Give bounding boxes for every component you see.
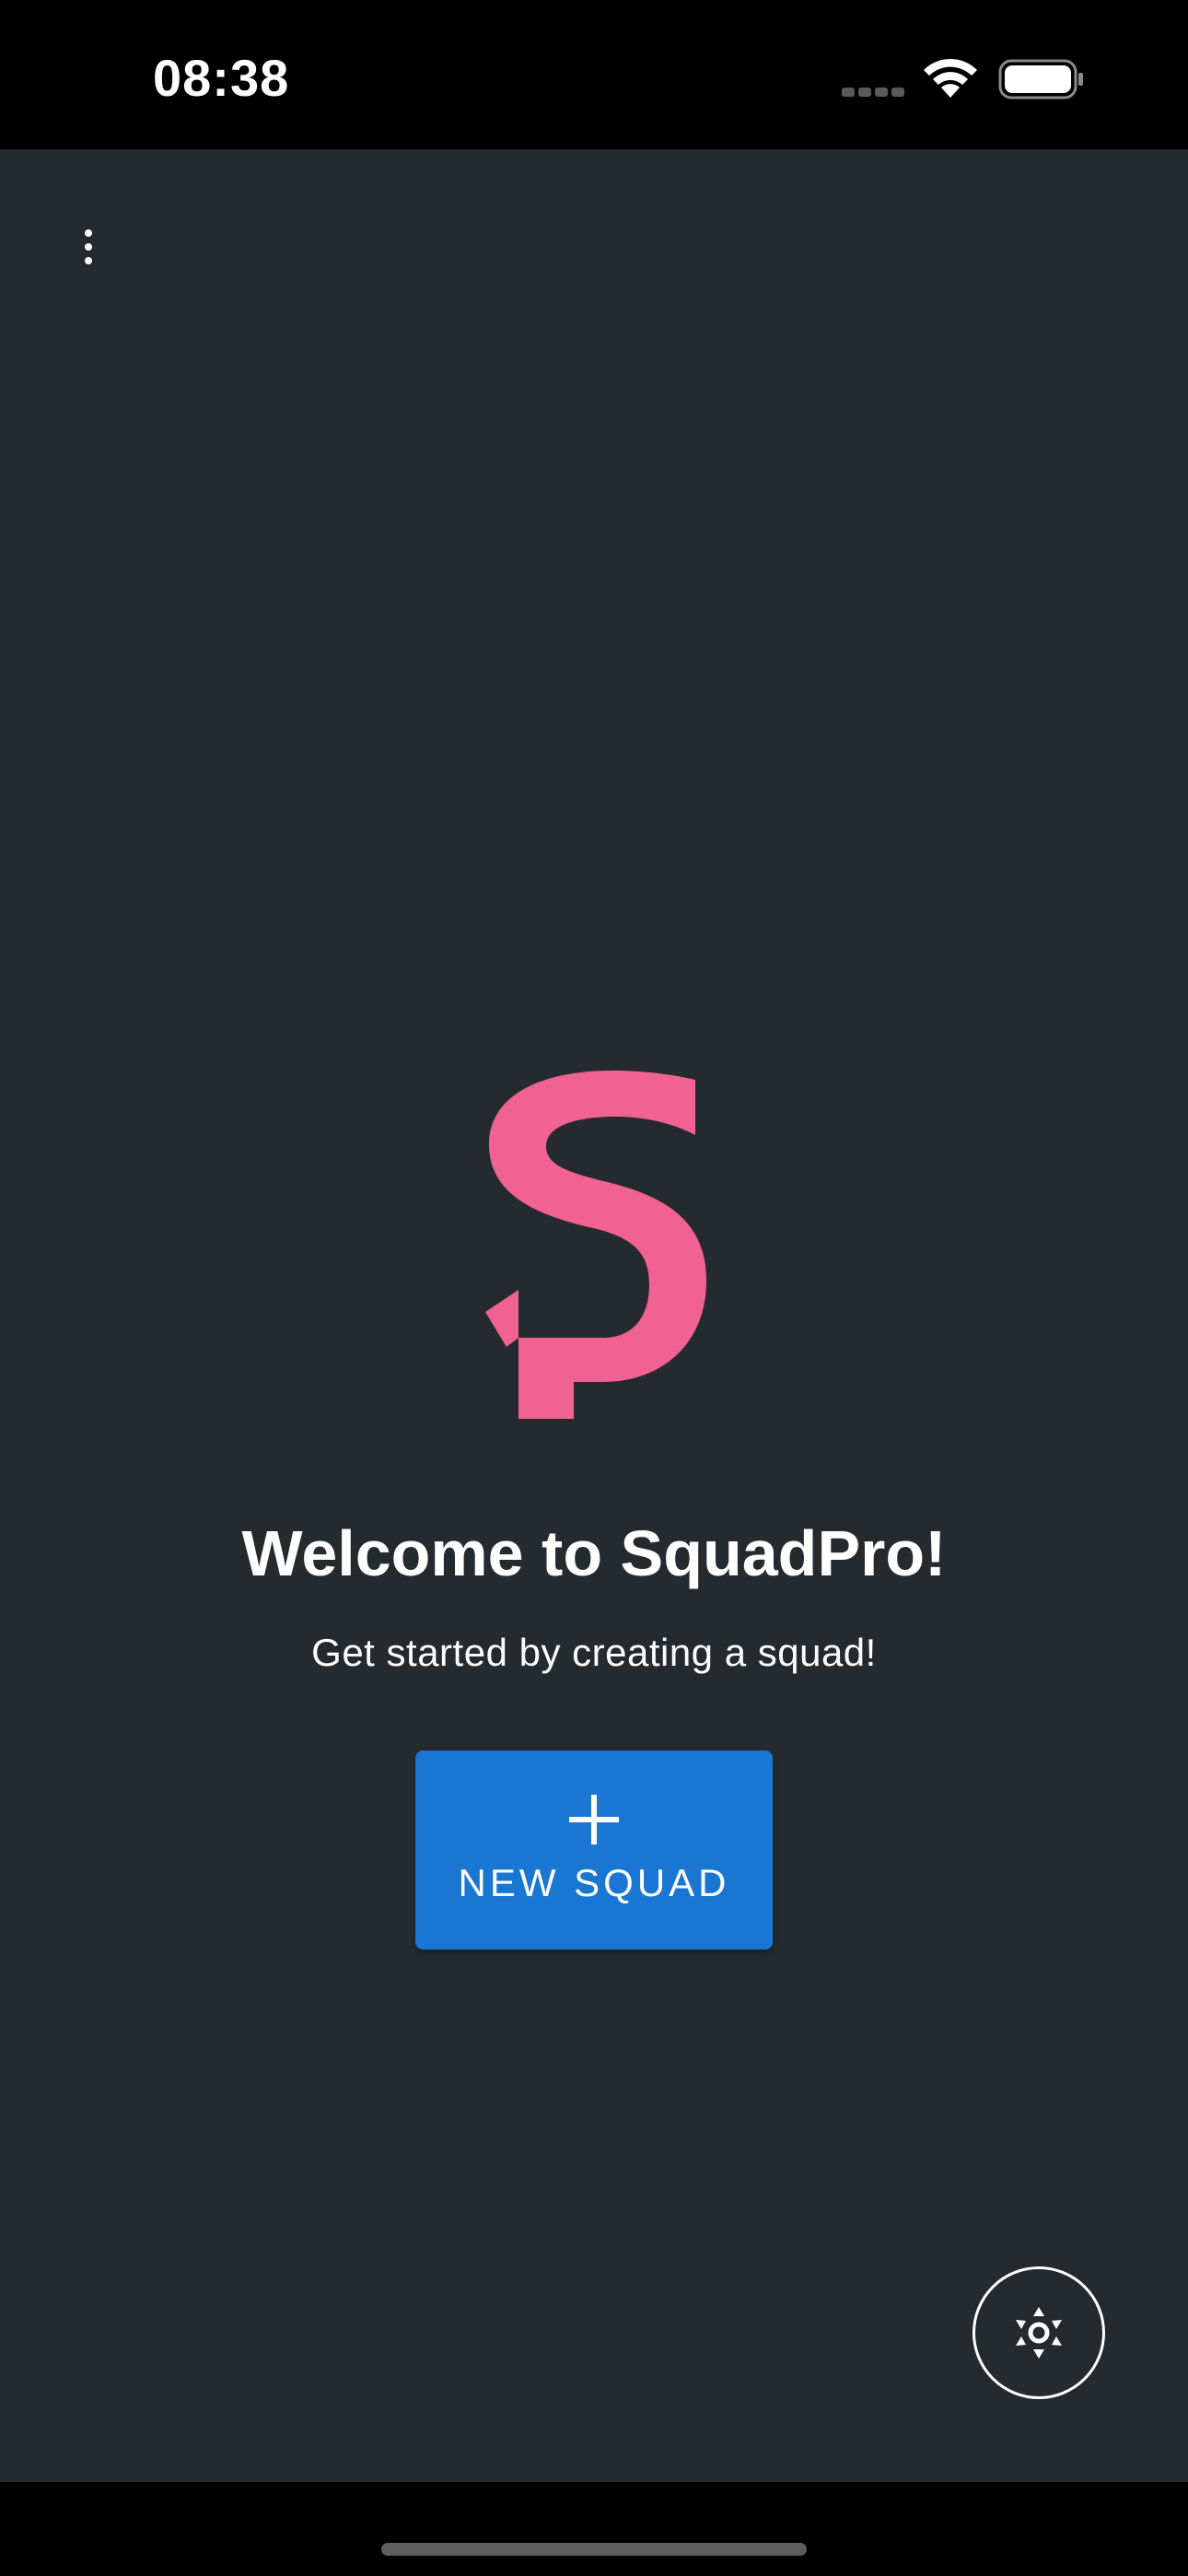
more-options-button[interactable] [61,210,116,284]
home-indicator-area [0,2482,1188,2576]
home-indicator[interactable] [381,2543,807,2556]
brightness-icon [1016,2307,1062,2359]
squadpro-logo [485,1071,706,1419]
welcome-title: Welcome to SquadPro! [241,1517,947,1589]
more-vertical-icon-dot [85,243,92,251]
plus-icon [569,1795,619,1844]
welcome-subtitle: Get started by creating a squad! [311,1631,877,1674]
app-content: Welcome to SquadPro! Get started by crea… [0,149,1188,2482]
status-bar: 08:38 [0,0,1188,149]
new-squad-label: NEW SQUAD [458,1861,730,1904]
new-squad-button[interactable]: NEW SQUAD [415,1751,773,1950]
more-vertical-icon-dot [85,257,92,264]
status-time: 08:38 [153,49,290,107]
more-vertical-icon [85,229,92,237]
cellular-signal-icon [842,88,904,97]
battery-icon [998,59,1083,100]
wifi-icon [924,58,977,98]
phone-screen: 08:38 Welcome to SquadPro! Get started b… [0,0,1188,2576]
theme-toggle-button[interactable] [973,2266,1105,2399]
